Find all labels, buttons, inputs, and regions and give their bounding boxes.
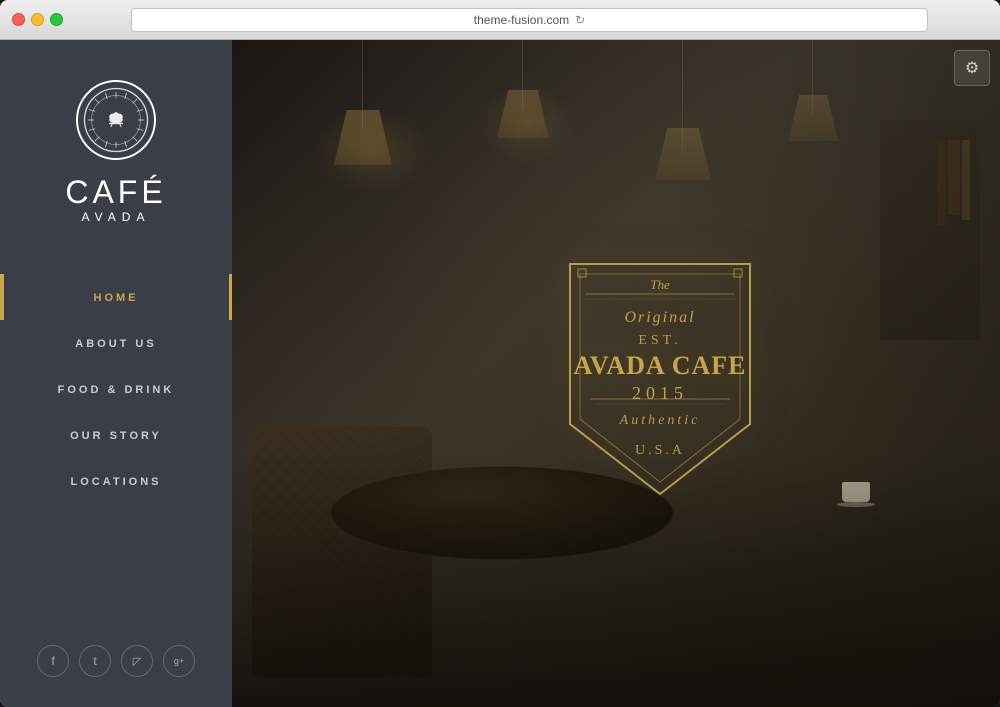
browser-window: theme-fusion.com ↻	[0, 0, 1000, 707]
facebook-icon[interactable]: f	[37, 645, 69, 677]
refresh-icon[interactable]: ↻	[575, 13, 585, 27]
sidebar: CAFÉ AVADA HOME ABOUT US FOOD & DRINK OU…	[0, 40, 232, 707]
svg-text:EST.: EST.	[638, 333, 681, 348]
googleplus-icon[interactable]: g+	[163, 645, 195, 677]
nav-menu: HOME ABOUT US FOOD & DRINK OUR STORY LOC…	[0, 274, 232, 504]
instagram-icon[interactable]: ◸	[121, 645, 153, 677]
cafe-name: CAFÉ	[65, 176, 166, 208]
nav-item-food[interactable]: FOOD & DRINK	[0, 366, 232, 412]
url-text: theme-fusion.com	[474, 13, 569, 27]
nav-item-about[interactable]: ABOUT US	[0, 320, 232, 366]
close-button[interactable]	[12, 13, 25, 26]
cafe-tagline: AVADA	[82, 210, 151, 224]
nav-label-home: HOME	[94, 292, 139, 304]
svg-text:2015: 2015	[632, 383, 688, 403]
nav-item-home[interactable]: HOME	[0, 274, 232, 320]
url-bar[interactable]: theme-fusion.com ↻	[131, 8, 928, 32]
minimize-button[interactable]	[31, 13, 44, 26]
browser-content: CAFÉ AVADA HOME ABOUT US FOOD & DRINK OU…	[0, 40, 1000, 707]
social-icons: f t ◸ g+	[37, 645, 195, 677]
nav-label-story: OUR STORY	[70, 430, 162, 442]
svg-text:AVADA CAFE: AVADA CAFE	[573, 351, 746, 380]
logo-svg	[81, 85, 151, 155]
settings-button[interactable]: ⚙	[954, 50, 990, 86]
nav-label-about: ABOUT US	[75, 338, 156, 350]
active-bar	[0, 274, 4, 320]
nav-label-locations: LOCATIONS	[71, 476, 162, 488]
svg-text:Authentic: Authentic	[619, 413, 701, 428]
nav-label-food: FOOD & DRINK	[58, 384, 175, 396]
gear-icon: ⚙	[965, 58, 979, 78]
nav-item-locations[interactable]: LOCATIONS	[0, 458, 232, 504]
svg-text:Original: Original	[624, 309, 695, 326]
svg-text:The: The	[650, 277, 670, 292]
twitter-icon[interactable]: t	[79, 645, 111, 677]
stamp-container: The Original EST. AVADA CAFE 2015 Authen…	[550, 244, 770, 504]
logo-circle	[76, 80, 156, 160]
svg-text:U.S.A: U.S.A	[635, 443, 685, 458]
nav-item-story[interactable]: OUR STORY	[0, 412, 232, 458]
logo-area: CAFÉ AVADA	[45, 40, 186, 254]
maximize-button[interactable]	[50, 13, 63, 26]
cafe-badge: The Original EST. AVADA CAFE 2015 Authen…	[550, 244, 770, 504]
browser-toolbar: theme-fusion.com ↻	[0, 0, 1000, 40]
main-content: The Original EST. AVADA CAFE 2015 Authen…	[232, 40, 1000, 707]
traffic-lights	[12, 13, 63, 26]
